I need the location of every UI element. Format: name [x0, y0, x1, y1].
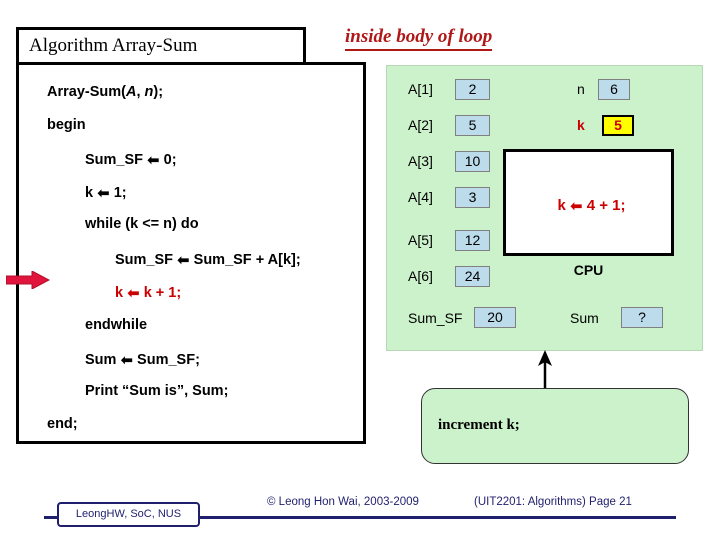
- code-line-accumulate: Sum_SF ⬅ Sum_SF + A[k];: [115, 251, 301, 269]
- array-value-1: 2: [455, 79, 490, 100]
- footer-copyright: © Leong Hon Wai, 2003-2009: [267, 496, 419, 508]
- cpu-current-instruction: k ⬅ 4 + 1;: [557, 197, 626, 215]
- array-label-3: A[3]: [408, 153, 433, 169]
- result-label: Sum: [570, 310, 599, 326]
- slide-canvas: Algorithm Array-Sum Array-Sum(A, n); beg…: [0, 0, 720, 540]
- footer-logo: LeongHW, SoC, NUS: [57, 502, 200, 527]
- code-line-init-sum: Sum_SF ⬅ 0;: [85, 151, 177, 169]
- code-line-init-k: k ⬅ 1;: [85, 184, 127, 202]
- array-label-5: A[5]: [408, 232, 433, 248]
- increment-annotation-box: increment k;: [421, 388, 689, 464]
- array-value-4: 3: [455, 187, 490, 208]
- callout-up-arrow-icon: [538, 350, 552, 392]
- array-value-3: 10: [455, 151, 490, 172]
- code-line-print: Print “Sum is”, Sum;: [85, 383, 229, 399]
- array-value-5: 12: [455, 230, 490, 251]
- code-line-increment-k: k ⬅ k + 1;: [115, 284, 182, 302]
- array-label-1: A[1]: [408, 81, 433, 97]
- code-line-signature: Array-Sum(A, n);: [47, 84, 164, 100]
- code-line-begin: begin: [47, 117, 86, 133]
- array-label-4: A[4]: [408, 189, 433, 205]
- code-line-assign-sum: Sum ⬅ Sum_SF;: [85, 351, 200, 369]
- array-label-6: A[6]: [408, 268, 433, 284]
- cpu-box: k ⬅ 4 + 1;: [503, 149, 674, 256]
- code-line-while: while (k <= n) do: [85, 216, 199, 232]
- increment-annotation-text: increment k;: [438, 417, 520, 433]
- footer-course-page: (UIT2201: Algorithms) Page 21: [474, 496, 632, 508]
- page-title: Algorithm Array-Sum: [29, 35, 198, 56]
- cpu-label: CPU: [573, 262, 604, 278]
- result-value: ?: [621, 307, 663, 328]
- variable-value-k: 5: [602, 115, 634, 136]
- array-value-2: 5: [455, 115, 490, 136]
- variable-label-n: n: [577, 81, 585, 97]
- loop-body-caption: inside body of loop: [345, 26, 493, 51]
- code-line-endwhile: endwhile: [85, 317, 148, 333]
- algorithm-body-box: Array-Sum(A, n); begin Sum_SF ⬅ 0; k ⬅ 1…: [16, 62, 366, 444]
- array-label-2: A[2]: [408, 117, 433, 133]
- array-value-6: 24: [455, 266, 490, 287]
- code-line-end: end;: [47, 416, 78, 432]
- accumulator-value: 20: [474, 307, 516, 328]
- variable-label-k: k: [577, 117, 585, 133]
- variable-value-n: 6: [598, 79, 630, 100]
- algorithm-title-box: Algorithm Array-Sum: [16, 27, 306, 65]
- accumulator-label: Sum_SF: [408, 310, 463, 326]
- execution-pointer-arrow-icon: [6, 271, 50, 289]
